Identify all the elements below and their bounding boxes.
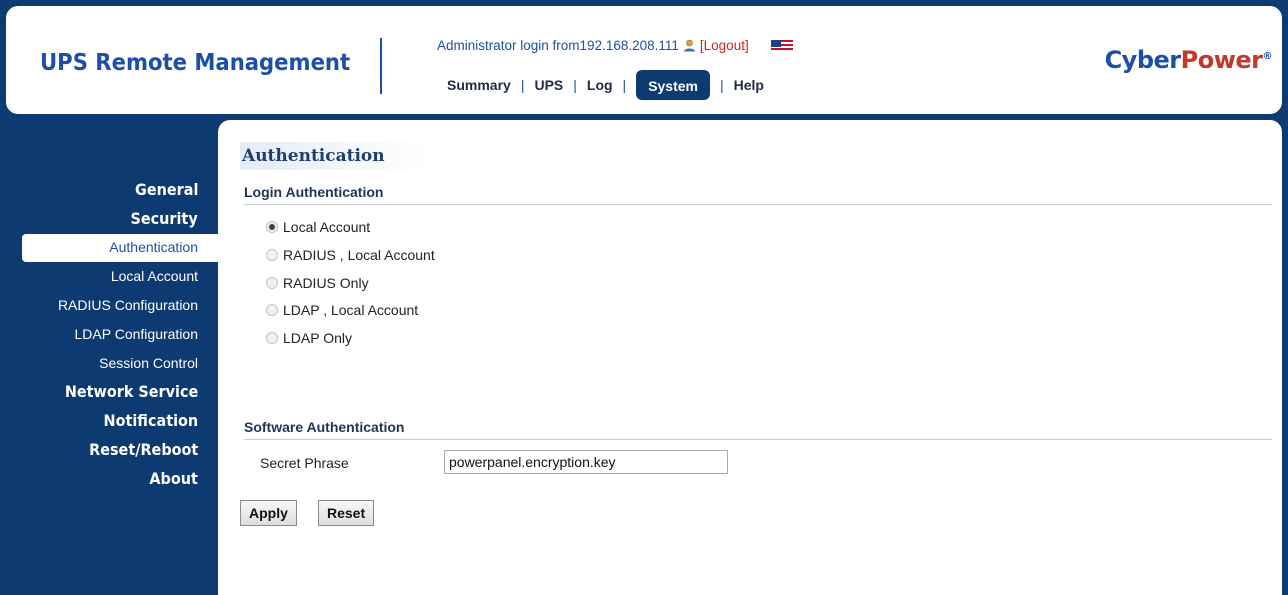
header-bar: UPS Remote Management Administrator logi… <box>6 6 1282 114</box>
radio-button[interactable] <box>266 304 278 316</box>
user-icon <box>683 39 696 52</box>
sidebar-item-reset-reboot[interactable]: Reset/Reboot <box>89 440 198 459</box>
sidebar: General Security Authentication Local Ac… <box>0 120 218 595</box>
main-nav: Summary | UPS | Log | System | Help <box>447 70 764 100</box>
sidebar-item-notification[interactable]: Notification <box>103 411 198 430</box>
secret-phrase-input[interactable] <box>444 450 728 474</box>
sidebar-item-radius-configuration[interactable]: RADIUS Configuration <box>58 297 198 313</box>
content-panel: Authentication Login Authentication Loca… <box>218 120 1282 595</box>
page-title: Authentication <box>240 142 432 170</box>
sidebar-item-general[interactable]: General <box>135 180 198 199</box>
sidebar-item-about[interactable]: About <box>150 469 198 488</box>
radio-button[interactable] <box>266 249 278 261</box>
us-flag-icon[interactable] <box>770 39 793 52</box>
sidebar-item-network-service[interactable]: Network Service <box>65 382 198 401</box>
nav-system[interactable]: System <box>636 70 710 100</box>
software-authentication-heading: Software Authentication <box>244 419 1272 440</box>
sidebar-item-local-account[interactable]: Local Account <box>111 268 198 284</box>
radio-label: LDAP Only <box>283 330 352 346</box>
reset-button[interactable]: Reset <box>318 500 375 526</box>
nav-separator: | <box>573 77 577 93</box>
nav-separator: | <box>720 77 724 93</box>
secret-phrase-label: Secret Phrase <box>260 455 349 471</box>
radio-label: LDAP , Local Account <box>283 302 419 318</box>
sidebar-item-security[interactable]: Security <box>131 209 198 228</box>
nav-help[interactable]: Help <box>734 77 764 93</box>
nav-separator: | <box>520 77 525 93</box>
sidebar-item-label: Authentication <box>109 239 198 255</box>
radio-button[interactable] <box>266 221 278 233</box>
sidebar-item-authentication[interactable]: Authentication <box>22 234 218 262</box>
nav-summary[interactable]: Summary <box>447 77 511 93</box>
sidebar-item-session-control[interactable]: Session Control <box>99 355 198 371</box>
app-title: UPS Remote Management <box>40 50 351 76</box>
nav-log[interactable]: Log <box>587 77 613 93</box>
radio-local-account[interactable]: Local Account <box>266 219 370 235</box>
nav-ups[interactable]: UPS <box>534 77 563 93</box>
radio-ldap-only[interactable]: LDAP Only <box>266 330 352 346</box>
cyberpower-logo: CyberPower® <box>1104 46 1273 74</box>
radio-ldap-local-account[interactable]: LDAP , Local Account <box>266 302 418 318</box>
apply-button[interactable]: Apply <box>240 500 297 526</box>
logout-link[interactable]: [Logout] <box>700 38 749 53</box>
radio-button[interactable] <box>266 277 278 289</box>
radio-radius-local-account[interactable]: RADIUS , Local Account <box>266 247 435 263</box>
radio-radius-only[interactable]: RADIUS Only <box>266 275 369 291</box>
login-text: Administrator login from192.168.208.111 <box>437 38 679 53</box>
nav-separator: | <box>622 77 627 93</box>
radio-label: Local Account <box>283 219 371 235</box>
header-divider <box>380 38 382 94</box>
login-info: Administrator login from192.168.208.111 … <box>437 38 793 53</box>
radio-button[interactable] <box>266 332 278 344</box>
login-authentication-heading: Login Authentication <box>244 184 1272 205</box>
radio-label: RADIUS , Local Account <box>283 247 435 263</box>
radio-label: RADIUS Only <box>283 275 369 291</box>
sidebar-item-ldap-configuration[interactable]: LDAP Configuration <box>75 326 198 342</box>
